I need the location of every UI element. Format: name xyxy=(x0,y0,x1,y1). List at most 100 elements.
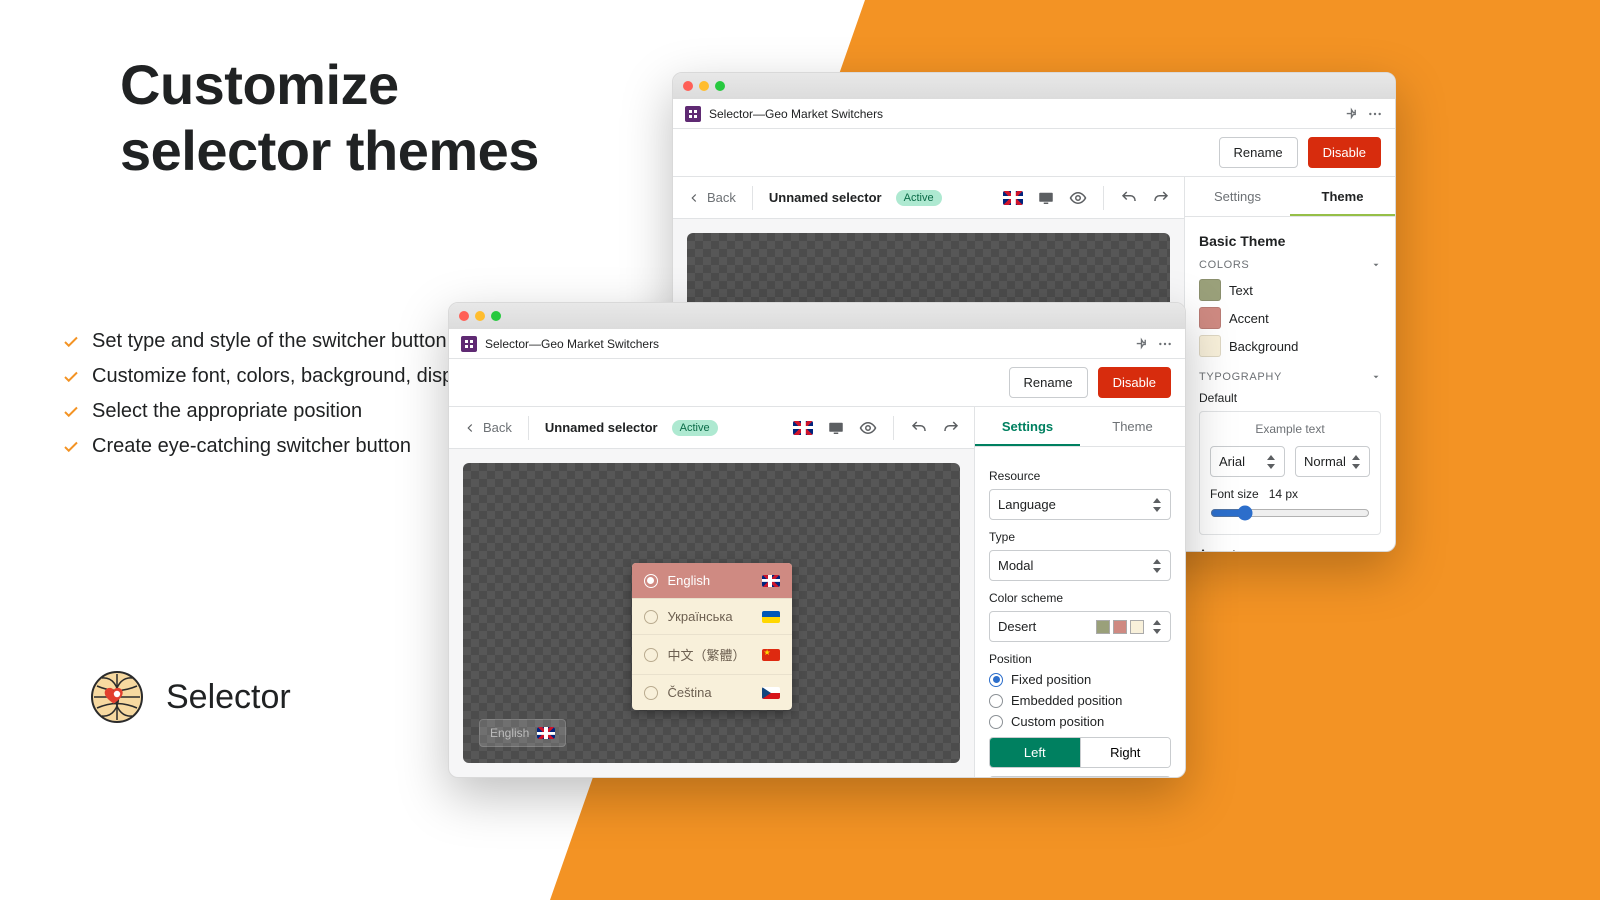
color-row-accent[interactable]: Accent xyxy=(1199,307,1381,329)
color-scheme-select[interactable]: Desert xyxy=(989,611,1171,642)
color-swatch xyxy=(1199,335,1221,357)
redo-icon[interactable] xyxy=(1152,189,1170,207)
tab-theme[interactable]: Theme xyxy=(1080,407,1185,446)
position-radio-custom[interactable]: Custom position xyxy=(989,714,1171,729)
preview-eye-icon[interactable] xyxy=(1069,189,1087,207)
radio-icon xyxy=(644,686,658,700)
check-icon xyxy=(62,403,80,421)
back-button[interactable]: Back xyxy=(463,420,512,435)
desktop-icon[interactable] xyxy=(1037,189,1055,207)
app-icon xyxy=(685,106,701,122)
tab-settings[interactable]: Settings xyxy=(1185,177,1290,216)
section-colors[interactable]: COLORS xyxy=(1199,259,1381,271)
disable-button[interactable]: Disable xyxy=(1098,367,1171,398)
traffic-light-close[interactable] xyxy=(459,311,469,321)
traffic-light-close[interactable] xyxy=(683,81,693,91)
caret-sort-icon xyxy=(1152,620,1162,634)
color-row-background[interactable]: Background xyxy=(1199,335,1381,357)
back-button[interactable]: Back xyxy=(687,190,736,205)
label-position: Position xyxy=(989,652,1171,666)
undo-icon[interactable] xyxy=(1120,189,1138,207)
window-titlebar[interactable] xyxy=(449,303,1185,329)
check-icon xyxy=(62,438,80,456)
tab-theme[interactable]: Theme xyxy=(1290,177,1395,216)
preview-eye-icon[interactable] xyxy=(859,419,877,437)
switcher-option[interactable]: Українська xyxy=(632,598,792,634)
app-header: Selector—Geo Market Switchers xyxy=(449,329,1185,359)
traffic-light-max[interactable] xyxy=(715,81,725,91)
tab-settings[interactable]: Settings xyxy=(975,407,1080,446)
flag-uk-icon xyxy=(537,727,555,739)
pin-icon[interactable] xyxy=(1133,336,1149,352)
typography-default-label: Default xyxy=(1199,391,1381,405)
radio-icon xyxy=(989,673,1003,687)
section-typography[interactable]: TYPOGRAPHY xyxy=(1199,371,1381,383)
align-vertical-segment: Bottom Top xyxy=(989,776,1171,777)
rename-button[interactable]: Rename xyxy=(1219,137,1298,168)
more-icon[interactable] xyxy=(1367,106,1383,122)
switcher-bottom-chip[interactable]: English xyxy=(479,719,566,747)
position-radio-embedded[interactable]: Embedded position xyxy=(989,693,1171,708)
action-bar: Rename Disable xyxy=(673,129,1395,177)
brand-logo-icon xyxy=(90,670,144,724)
flag-cn-icon xyxy=(762,649,780,661)
caret-sort-icon xyxy=(1152,498,1162,512)
window-titlebar[interactable] xyxy=(673,73,1395,99)
more-icon[interactable] xyxy=(1157,336,1173,352)
align-horizontal-segment: Left Right xyxy=(989,737,1171,768)
hero-title-line2: selector themes xyxy=(120,119,539,182)
radio-icon xyxy=(989,715,1003,729)
arrow-left-icon xyxy=(463,421,477,435)
flag-uk-icon xyxy=(762,575,780,587)
rename-button[interactable]: Rename xyxy=(1009,367,1088,398)
flag-uk-icon[interactable] xyxy=(793,421,813,435)
label-resource: Resource xyxy=(989,469,1171,483)
position-radio-fixed[interactable]: Fixed position xyxy=(989,672,1171,687)
label-type: Type xyxy=(989,530,1171,544)
check-icon xyxy=(62,368,80,386)
traffic-light-max[interactable] xyxy=(491,311,501,321)
color-row-text[interactable]: Text xyxy=(1199,279,1381,301)
window-settings-editor: Selector—Geo Market Switchers Rename Dis… xyxy=(448,302,1186,778)
typography-accent-label: Accent xyxy=(1199,547,1381,551)
desktop-icon[interactable] xyxy=(827,419,845,437)
canvas-toolbar: Back Unnamed selector Active xyxy=(449,407,974,449)
traffic-light-min[interactable] xyxy=(475,311,485,321)
redo-icon[interactable] xyxy=(942,419,960,437)
selector-name: Unnamed selector xyxy=(769,190,882,205)
app-icon xyxy=(461,336,477,352)
radio-icon xyxy=(644,610,658,624)
pin-icon[interactable] xyxy=(1343,106,1359,122)
switcher-option[interactable]: 中文（繁體） xyxy=(632,634,792,674)
undo-icon[interactable] xyxy=(910,419,928,437)
language-switcher-preview: English Українська 中文（繁體） Čeština xyxy=(632,563,792,710)
feature-item: Create eye-catching switcher button xyxy=(62,435,479,458)
align-left-button[interactable]: Left xyxy=(990,738,1080,767)
preview-canvas: English Українська 中文（繁體） Čeština Englis… xyxy=(463,463,960,763)
font-family-select[interactable]: Arial xyxy=(1210,446,1285,477)
feature-item: Customize font, colors, background, disp… xyxy=(62,365,479,388)
traffic-light-min[interactable] xyxy=(699,81,709,91)
radio-icon xyxy=(644,648,658,662)
hero-title-line1: Customize xyxy=(120,53,399,116)
font-weight-select[interactable]: Normal xyxy=(1295,446,1370,477)
app-title: Selector—Geo Market Switchers xyxy=(485,337,659,351)
chevron-down-icon xyxy=(1371,260,1381,270)
brand: Selector xyxy=(90,670,291,724)
flag-uk-icon[interactable] xyxy=(1003,191,1023,205)
switcher-option[interactable]: Čeština xyxy=(632,674,792,710)
color-swatch xyxy=(1199,307,1221,329)
resource-select[interactable]: Language xyxy=(989,489,1171,520)
feature-item: Select the appropriate position xyxy=(62,400,479,423)
type-select[interactable]: Modal xyxy=(989,550,1171,581)
check-icon xyxy=(62,333,80,351)
align-right-button[interactable]: Right xyxy=(1080,738,1171,767)
sidebar-theme: Settings Theme Basic Theme COLORS Text A… xyxy=(1185,177,1395,551)
switcher-option[interactable]: English xyxy=(632,563,792,598)
font-size-slider[interactable] xyxy=(1210,505,1370,521)
canvas-toolbar: Back Unnamed selector Active xyxy=(673,177,1184,219)
feature-item: Set type and style of the switcher butto… xyxy=(62,330,479,353)
theme-title: Basic Theme xyxy=(1199,233,1381,249)
disable-button[interactable]: Disable xyxy=(1308,137,1381,168)
label-color-scheme: Color scheme xyxy=(989,591,1171,605)
